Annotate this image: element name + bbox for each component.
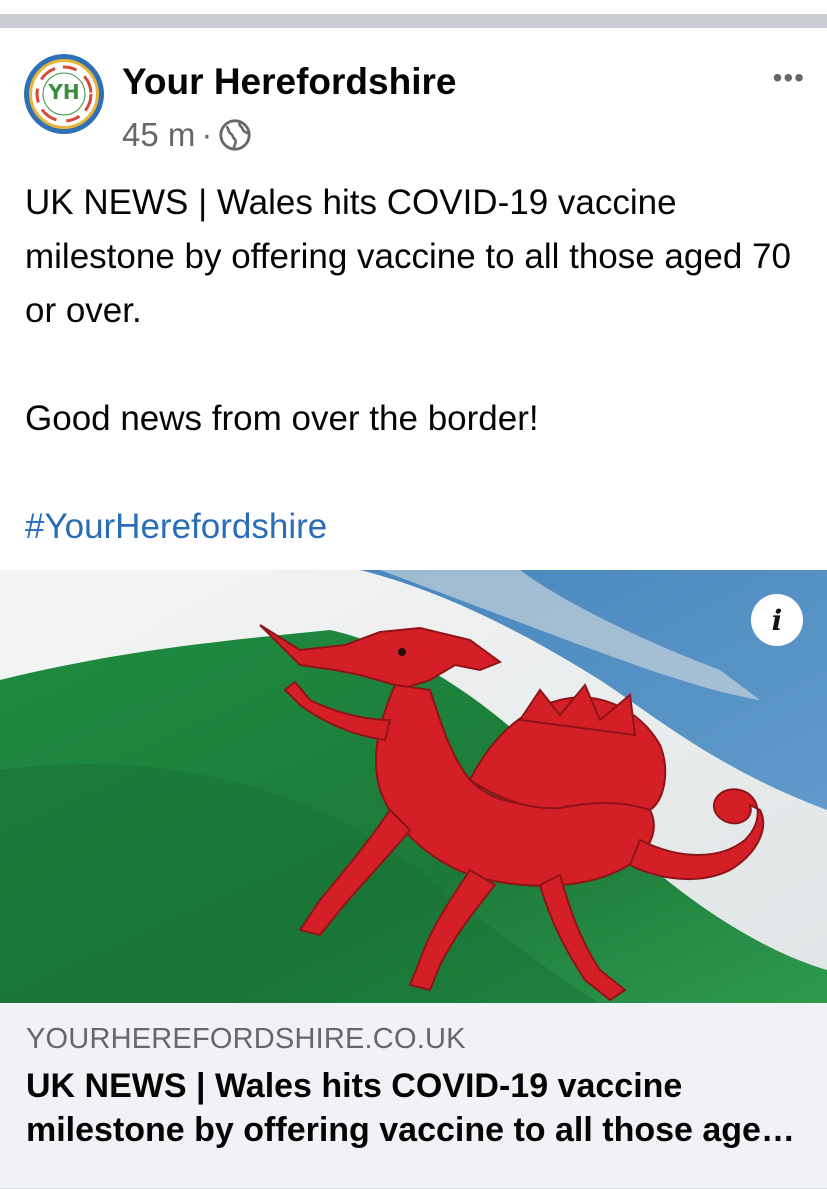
link-domain: YOURHEREFORDSHIRE.CO.UK — [26, 1023, 466, 1055]
link-preview-image[interactable]: i — [0, 570, 827, 1003]
info-icon: i — [771, 603, 783, 637]
feed-post: YH Your Herefordshire 45 m · ••• UK NEWS… — [0, 28, 827, 1189]
page-avatar[interactable]: YH — [24, 54, 104, 134]
globe-icon[interactable] — [218, 118, 252, 152]
link-preview-card[interactable]: YOURHEREFORDSHIRE.CO.UK UK NEWS | Wales … — [0, 1003, 827, 1189]
page-name-link[interactable]: Your Herefordshire — [122, 61, 456, 103]
link-title: UK NEWS | Wales hits COVID-19 vaccine mi… — [26, 1067, 782, 1149]
avatar-logo: YH — [29, 59, 99, 129]
post-text: UK NEWS | Wales hits COVID-19 vaccine mi… — [25, 176, 805, 554]
more-options-button[interactable]: ••• — [773, 64, 805, 92]
feed-divider — [0, 14, 827, 28]
info-button[interactable]: i — [751, 594, 803, 646]
post-paragraph: Good news from over the border! — [25, 399, 539, 438]
post-meta: 45 m · — [122, 116, 252, 154]
post-paragraph: UK NEWS | Wales hits COVID-19 vaccine mi… — [25, 183, 791, 330]
hashtag-link[interactable]: #YourHerefordshire — [25, 500, 805, 554]
welsh-flag-image — [0, 570, 827, 1003]
post-timestamp[interactable]: 45 m — [122, 116, 195, 154]
meta-separator: · — [201, 116, 213, 153]
avatar-monogram: YH — [48, 80, 80, 105]
